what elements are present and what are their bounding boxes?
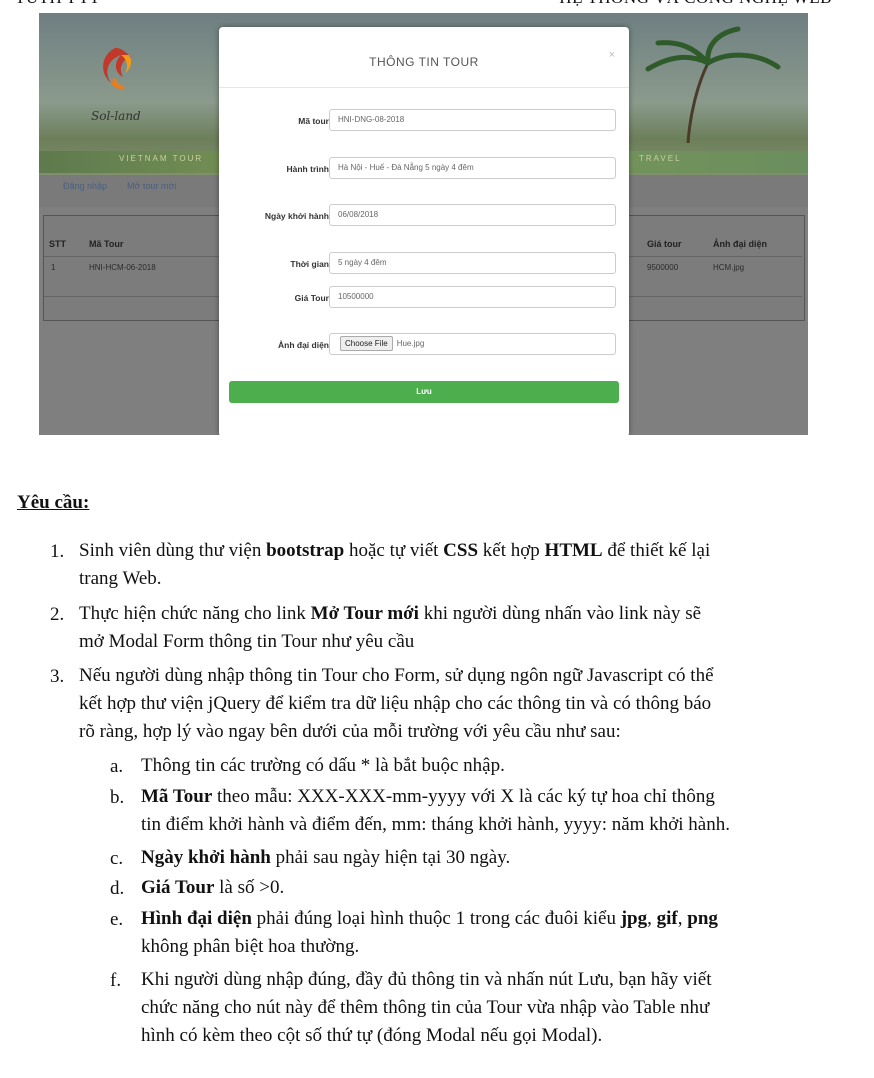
header-right-text: HỆ THỐNG VÀ CÔNG NGHỆ WEB xyxy=(559,0,832,8)
table-header-anh: Ảnh đại diện xyxy=(713,239,767,249)
label-ngay-khoi-hanh: Ngày khởi hành xyxy=(264,211,329,221)
item-1-line-1: Sinh viên dùng thư viện bootstrap hoặc t… xyxy=(79,540,711,561)
table-cell-gia-tour: 9500000 xyxy=(647,263,679,272)
choose-file-button[interactable]: Choose File xyxy=(340,336,393,351)
nav-login-link[interactable]: Đăng nhập xyxy=(63,181,107,191)
item-3-line-1: Nếu người dùng nhập thông tin Tour cho F… xyxy=(79,665,714,686)
logo-icon xyxy=(103,47,132,90)
save-button[interactable]: Lưu xyxy=(229,381,619,403)
subitem-e-line-2: không phân biệt hoa thường. xyxy=(141,936,360,957)
section-title: Yêu cầu: xyxy=(17,492,90,513)
table-header-stt: STT xyxy=(49,239,66,249)
item-3-line-2: kết hợp thư viện jQuery để kiểm tra dữ l… xyxy=(79,693,712,714)
table-cell-anh: HCM.jpg xyxy=(713,263,745,272)
nav-new-tour-link[interactable]: Mở tour mới xyxy=(127,181,176,191)
subitem-letter: f. xyxy=(110,970,122,991)
subitem-d-line-1: Giá Tour là số >0. xyxy=(141,877,285,898)
label-anh-dai-dien: Ảnh đại diện xyxy=(278,340,329,350)
subitem-letter: d. xyxy=(110,878,125,899)
tour-info-modal: THÔNG TIN TOUR × Mã tour * HNI-DNG-08-20… xyxy=(219,27,629,435)
item-number: 1. xyxy=(50,541,65,562)
subitem-f-line-3: hình có kèm theo cột số thứ tự (đóng Mod… xyxy=(141,1025,603,1046)
subitem-letter: a. xyxy=(110,756,124,777)
table-header-gia-tour: Giá tour xyxy=(647,239,682,249)
modal-title: THÔNG TIN TOUR xyxy=(369,55,479,69)
thoi-gian-input[interactable]: 5 ngày 4 đêm xyxy=(329,252,616,274)
subitem-e-line-1: Hình đại diện phải đúng loại hình thuộc … xyxy=(141,908,718,929)
gia-tour-input[interactable]: 10500000 xyxy=(329,286,616,308)
anh-dai-dien-file-input[interactable]: Choose File Hue.jpg xyxy=(329,333,616,355)
ma-tour-input[interactable]: HNI-DNG-08-2018 xyxy=(329,109,616,131)
item-1-line-2: trang Web. xyxy=(79,568,162,589)
palm-tree-image xyxy=(645,26,781,143)
logo-text: Sol-land xyxy=(91,109,141,123)
subitem-f-line-2: chức năng cho nút này để thêm thông tin … xyxy=(141,997,710,1018)
label-gia-tour: Giá Tour xyxy=(294,293,329,303)
subitem-f-line-1: Khi người dùng nhập đúng, đầy đủ thông t… xyxy=(141,969,712,990)
modal-divider xyxy=(219,87,629,88)
subitem-c-line-1: Ngày khởi hành phải sau ngày hiện tại 30… xyxy=(141,847,511,868)
strip-left-text: VIETNAM TOUR xyxy=(119,154,204,163)
subitem-b-line-2: tin điểm khởi hành và điểm đến, mm: thán… xyxy=(141,814,730,835)
ngay-khoi-hanh-input[interactable]: 06/08/2018 xyxy=(329,204,616,226)
item-2-line-2: mở Modal Form thông tin Tour như yêu cầu xyxy=(79,631,415,652)
subitem-b-line-1: Mã Tour theo mẫu: XXX-XXX-mm-yyyy với X … xyxy=(141,786,715,807)
file-name: Hue.jpg xyxy=(396,339,425,348)
subitem-letter: b. xyxy=(110,787,125,808)
subitem-letter: e. xyxy=(110,909,124,930)
table-cell-stt: 1 xyxy=(51,263,56,272)
table-cell-ma-tour: HNI-HCM-06-2018 xyxy=(89,263,156,272)
item-3-line-3: rõ ràng, hợp lý vào ngay bên dưới của mỗ… xyxy=(79,721,621,742)
header-left-text: TUTH-PTT xyxy=(15,0,100,8)
item-number: 2. xyxy=(50,604,65,625)
table-header-ma-tour: Mã Tour xyxy=(89,239,124,249)
page-header: TUTH-PTT HỆ THỐNG VÀ CÔNG NGHỆ WEB xyxy=(0,0,874,8)
hanh-trinh-input[interactable]: Hà Nội - Huế - Đà Nẵng 5 ngày 4 đêm xyxy=(329,157,616,179)
item-number: 3. xyxy=(50,666,65,687)
strip-right-text: TRAVEL xyxy=(639,154,682,163)
label-ma-tour: Mã tour xyxy=(298,116,329,126)
subitem-letter: c. xyxy=(110,848,124,869)
label-thoi-gian: Thời gian xyxy=(290,259,329,269)
close-icon[interactable]: × xyxy=(609,49,615,61)
label-hanh-trinh: Hành trình xyxy=(286,164,330,174)
item-2-line-1: Thực hiện chức năng cho link Mở Tour mới… xyxy=(79,603,702,624)
embedded-screenshot: Sol-land VIETNAM TOUR TRAVEL Đăng nhập M… xyxy=(39,13,808,435)
subitem-a-line-1: Thông tin các trường có dấu * là bắt buộ… xyxy=(141,755,505,776)
